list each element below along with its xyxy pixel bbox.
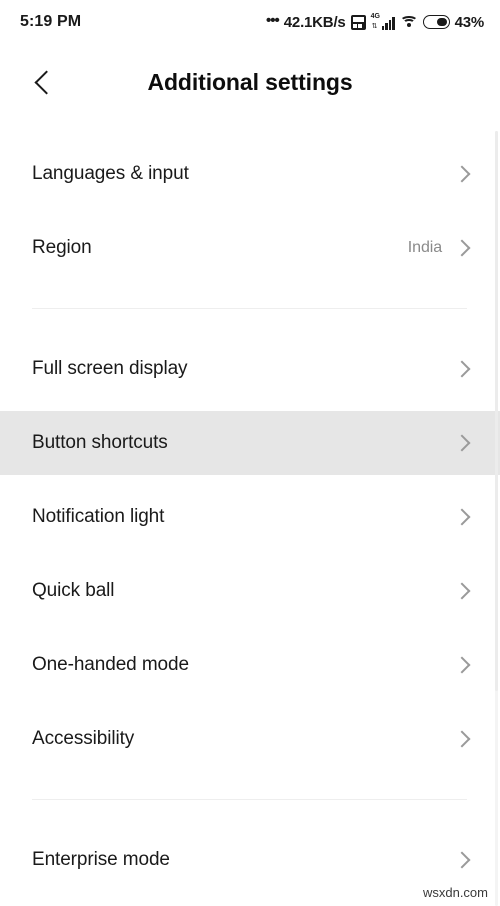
list-item-label: Enterprise mode bbox=[32, 849, 170, 870]
row-gap bbox=[0, 549, 500, 559]
signal-bar-4 bbox=[392, 17, 395, 30]
group-gap bbox=[0, 771, 500, 799]
battery-icon bbox=[422, 15, 450, 29]
group-gap bbox=[0, 280, 500, 308]
scrollbar-thumb[interactable] bbox=[495, 131, 498, 691]
network-speed-label: 42.1KB/s bbox=[283, 13, 346, 31]
list-item-value: India bbox=[407, 239, 442, 256]
row-gap bbox=[0, 697, 500, 707]
list-item-full-screen-display[interactable]: Full screen display bbox=[0, 337, 500, 401]
chevron-right-icon bbox=[453, 656, 471, 674]
signal-bar-1 bbox=[381, 26, 385, 30]
chevron-right-icon bbox=[453, 851, 471, 869]
back-chevron-icon bbox=[33, 69, 59, 95]
back-button[interactable] bbox=[20, 58, 68, 106]
chevron-right-icon bbox=[453, 239, 471, 257]
list-item-label: Quick ball bbox=[32, 580, 115, 601]
network-type-label: 4G bbox=[370, 13, 380, 20]
data-transfer-arrows-icon: ⇅ bbox=[371, 23, 378, 30]
list-item-label: Notification light bbox=[32, 506, 165, 527]
settings-list: Languages & input Region India Full scre… bbox=[0, 120, 500, 892]
row-gap bbox=[0, 401, 500, 411]
list-item-button-shortcuts[interactable]: Button shortcuts bbox=[0, 411, 500, 475]
list-item-one-handed-mode[interactable]: One-handed mode bbox=[0, 633, 500, 697]
list-item-quick-ball[interactable]: Quick ball bbox=[0, 559, 500, 623]
sim-card-icon bbox=[350, 14, 366, 30]
chevron-right-icon bbox=[453, 434, 471, 452]
signal-bar-3 bbox=[388, 20, 392, 30]
list-item-label: Button shortcuts bbox=[32, 432, 168, 453]
list-item-label: Accessibility bbox=[32, 728, 135, 749]
row-gap bbox=[0, 475, 500, 485]
group-gap bbox=[0, 309, 500, 337]
app-bar: Additional settings bbox=[0, 44, 500, 120]
row-gap bbox=[0, 623, 500, 633]
list-item-accessibility[interactable]: Accessibility bbox=[0, 707, 500, 771]
status-bar-icons: ••• 42.1KB/s 4G ⇅ 43% bbox=[266, 11, 485, 31]
signal-bar-2 bbox=[385, 23, 388, 30]
list-item-label: Region bbox=[32, 237, 92, 258]
chevron-right-icon bbox=[453, 582, 471, 600]
row-gap bbox=[0, 206, 500, 216]
chevron-right-icon bbox=[453, 360, 471, 378]
notification-dots-icon: ••• bbox=[266, 11, 280, 29]
battery-percent-label: 43% bbox=[454, 13, 485, 31]
list-item-label: Full screen display bbox=[32, 358, 188, 379]
list-item-notification-light[interactable]: Notification light bbox=[0, 485, 500, 549]
cellular-signal-icon: 4G ⇅ bbox=[370, 13, 395, 30]
chevron-right-icon bbox=[453, 165, 471, 183]
page-title: Additional settings bbox=[147, 68, 353, 95]
list-item-languages-and-input[interactable]: Languages & input bbox=[0, 142, 500, 206]
status-bar-time: 5:19 PM bbox=[20, 13, 82, 30]
chevron-right-icon bbox=[453, 730, 471, 748]
list-item-label: Languages & input bbox=[32, 163, 189, 184]
chevron-right-icon bbox=[453, 508, 471, 526]
list-top-spacer bbox=[0, 120, 500, 142]
watermark: wsxdn.com bbox=[422, 885, 488, 900]
group-gap bbox=[0, 800, 500, 828]
list-item-enterprise-mode[interactable]: Enterprise mode bbox=[0, 828, 500, 892]
list-item-region[interactable]: Region India bbox=[0, 216, 500, 280]
wifi-icon bbox=[399, 15, 418, 29]
status-bar: 5:19 PM ••• 42.1KB/s 4G ⇅ 43% bbox=[0, 0, 500, 44]
list-item-label: One-handed mode bbox=[32, 654, 189, 675]
